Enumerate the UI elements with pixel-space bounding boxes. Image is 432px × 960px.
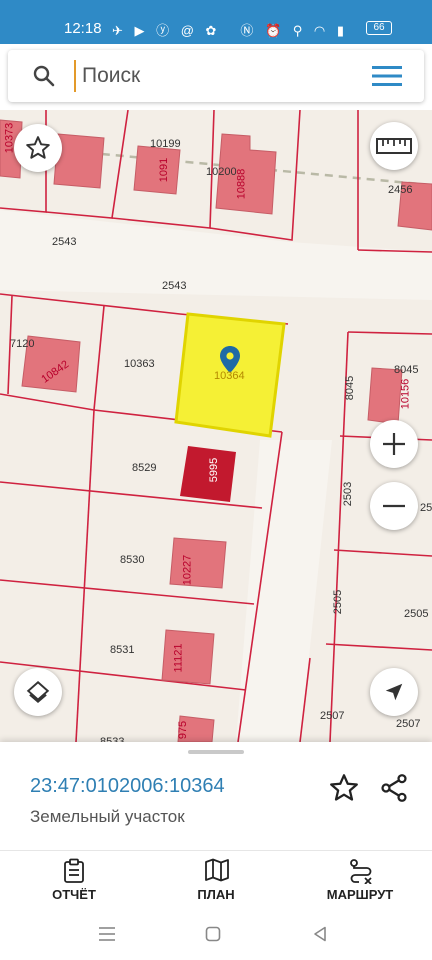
layers-icon [26, 680, 50, 704]
parcel-label: 2507 [396, 718, 421, 730]
search-icon[interactable] [32, 64, 56, 88]
notification-icons: ✈ ▶ ⓨ @ ✿ [112, 23, 221, 38]
recent-apps-icon[interactable] [98, 926, 116, 942]
parcel-label: 10156 [399, 378, 412, 410]
minus-icon [383, 504, 405, 508]
parcel-label: 10200 [206, 166, 237, 178]
action-bar: ОТЧЁТ ПЛАН МАРШРУТ [0, 850, 432, 912]
parcel-label: 2505 [404, 608, 429, 620]
search-bar [8, 50, 424, 102]
parcel-label: 2507 [320, 710, 345, 722]
parcel-label: 1091 [158, 157, 171, 183]
battery-icon: 66 [366, 21, 392, 35]
parcel-label: 10199 [150, 138, 181, 150]
clipboard-icon [64, 858, 84, 883]
parcel-label: 8045 [344, 375, 357, 401]
favorites-button[interactable] [14, 124, 62, 172]
object-info-sheet[interactable]: 23:47:0102006:10364 Земельный участок [0, 742, 432, 850]
report-label: ОТЧЁТ [52, 887, 96, 902]
clock: 12:18 [64, 20, 102, 37]
report-button[interactable]: ОТЧЁТ [14, 851, 134, 913]
map-icon [205, 858, 229, 882]
parcel-label: 10888 [235, 168, 248, 200]
share-icon[interactable] [378, 772, 410, 804]
plan-button[interactable]: ПЛАН [156, 851, 276, 913]
zoom-in-button[interactable] [370, 420, 418, 468]
back-icon[interactable] [312, 926, 328, 942]
route-icon [350, 859, 372, 884]
layers-button[interactable] [14, 668, 62, 716]
menu-icon[interactable] [372, 64, 402, 88]
parcel-label: 975 [177, 720, 190, 740]
system-navigation-bar [0, 912, 432, 960]
star-outline-icon [26, 136, 50, 159]
home-icon[interactable] [205, 926, 221, 942]
status-bar: 12:18 ✈ ▶ ⓨ @ ✿ Ⓝ ⏰ ⚲ ◠ ▮ 66 [0, 0, 432, 44]
parcel-label: 2456 [388, 184, 413, 196]
parcel-label: 2503 [420, 502, 432, 514]
cadastral-map [0, 110, 432, 742]
object-type: Земельный участок [30, 807, 185, 826]
plus-icon [383, 433, 405, 455]
parcel-label: 8530 [120, 554, 145, 566]
system-icons: Ⓝ ⏰ ⚲ ◠ ▮ [240, 23, 348, 38]
parcel-label: 7120 [10, 338, 35, 350]
selected-parcel-label: 10364 [214, 370, 245, 382]
search-input[interactable] [74, 60, 354, 92]
ruler-icon [376, 138, 412, 154]
route-label: МАРШРУТ [326, 887, 394, 902]
navigation-arrow-icon [385, 683, 403, 701]
sheet-drag-handle[interactable] [188, 750, 244, 754]
my-location-button[interactable] [370, 668, 418, 716]
route-button[interactable]: МАРШРУТ [300, 851, 420, 913]
parcel-label: 2505 [332, 589, 345, 615]
parcel-label: 2543 [52, 236, 77, 248]
parcel-label: 8045 [394, 364, 419, 376]
map-view[interactable]: 10373 10891 10199 10200 1091 10888 2456 … [0, 110, 432, 742]
parcel-label: 8531 [110, 644, 135, 656]
cadastral-number[interactable]: 23:47:0102006:10364 [30, 775, 225, 798]
parcel-label: 5995 [208, 457, 221, 483]
parcel-label: 2543 [162, 280, 187, 292]
zoom-out-button[interactable] [370, 482, 418, 530]
parcel-label: 10227 [181, 554, 194, 586]
plan-label: ПЛАН [197, 887, 235, 902]
ruler-button[interactable] [370, 122, 418, 170]
star-outline-icon[interactable] [328, 772, 360, 804]
parcel-label: 2503 [342, 481, 355, 507]
parcel-label: 10363 [124, 358, 155, 370]
parcel-label: 11121 [172, 643, 185, 673]
parcel-label: 8529 [132, 462, 157, 474]
search-header [0, 44, 432, 110]
